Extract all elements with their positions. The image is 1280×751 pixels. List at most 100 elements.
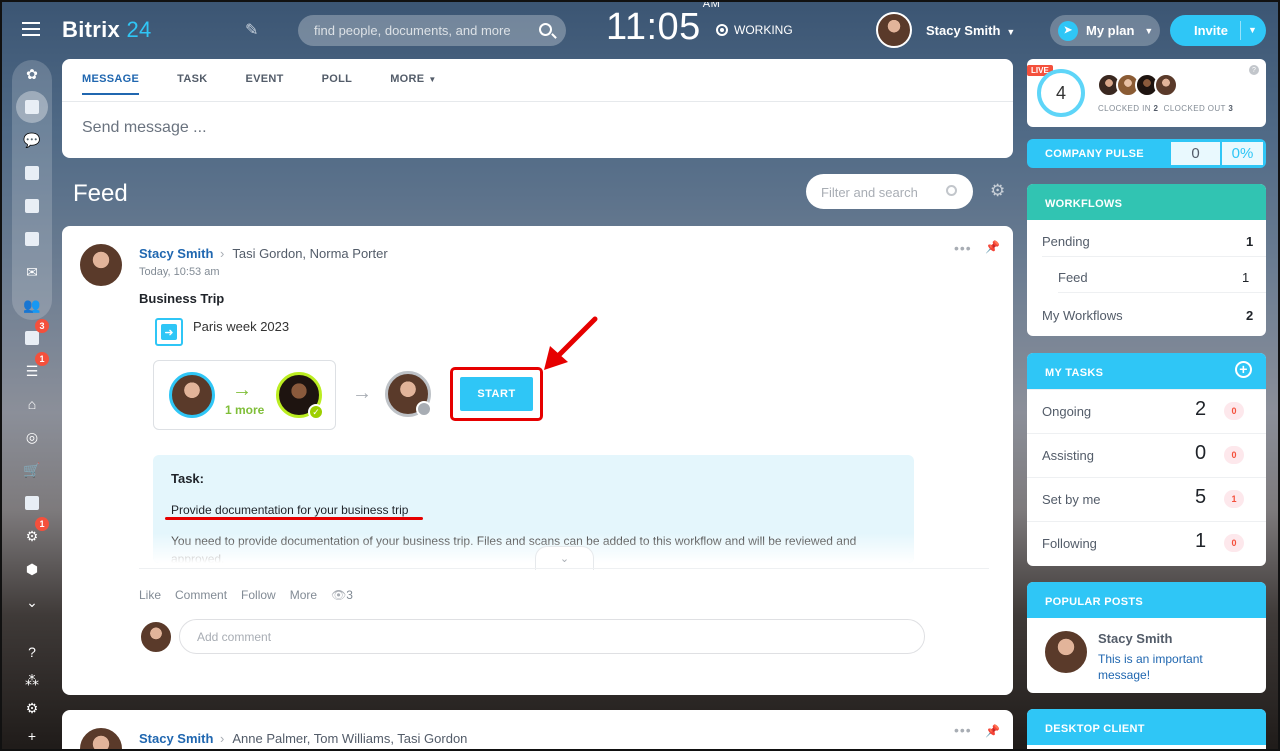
sidebar-item-inventory[interactable]: ⬢ bbox=[22, 559, 42, 579]
sidebar-item-company[interactable]: ⌂ bbox=[22, 394, 42, 414]
work-status[interactable]: WORKING bbox=[716, 23, 793, 37]
task-row-set-by-me[interactable]: Set by me 5 1 bbox=[1027, 477, 1266, 521]
workflow-row-pending[interactable]: Pending 1 bbox=[1042, 234, 1253, 249]
initiator-avatar[interactable] bbox=[169, 372, 215, 418]
menu-icon[interactable] bbox=[22, 22, 40, 36]
sidebar-item-documents[interactable] bbox=[22, 196, 42, 216]
more-participants[interactable]: 1 more bbox=[225, 403, 264, 417]
like-link[interactable]: Like bbox=[139, 588, 161, 602]
tab-message[interactable]: MESSAGE bbox=[82, 73, 140, 95]
help-icon[interactable]: ? bbox=[1249, 65, 1259, 75]
expand-chevron-icon[interactable]: ⌄ bbox=[535, 546, 594, 570]
start-button[interactable]: START bbox=[460, 377, 533, 411]
sidebar-item-groups[interactable]: 👥 bbox=[22, 295, 42, 315]
counter-badge: 0 bbox=[1224, 402, 1244, 420]
post-time[interactable]: Today, 10:53 am bbox=[139, 266, 220, 278]
sidebar-item-crm[interactable]: ☰ 1 bbox=[22, 352, 49, 381]
chevron-right-icon: › bbox=[220, 731, 225, 746]
more-dots-icon[interactable]: ••• bbox=[954, 240, 972, 256]
sidebar-item-goals[interactable]: ◎ bbox=[22, 427, 42, 447]
clock-stats: CLOCKED IN 2 CLOCKED OUT 3 bbox=[1098, 104, 1234, 113]
tab-event[interactable]: EVENT bbox=[245, 73, 283, 95]
pin-icon[interactable]: 📌 bbox=[985, 724, 1000, 738]
tab-poll[interactable]: POLL bbox=[322, 73, 353, 95]
chevron-down-icon: ▼ bbox=[1006, 27, 1016, 37]
drive-icon bbox=[25, 232, 39, 246]
sidebar-item-more[interactable]: ⌄ bbox=[22, 592, 42, 612]
sidebar-item-contacts[interactable] bbox=[22, 493, 42, 513]
clock[interactable]: 11:05AM bbox=[606, 0, 720, 49]
company-pulse[interactable]: COMPANY PULSE 0 0% bbox=[1027, 139, 1266, 168]
employee-avatars[interactable] bbox=[1097, 73, 1178, 97]
sidebar-item-mail[interactable]: ✉ bbox=[22, 262, 42, 282]
tasks-title[interactable]: MY TASKS + bbox=[1027, 353, 1266, 389]
sidebar-item-settings[interactable]: ⚙ bbox=[22, 698, 42, 718]
popular-posts-widget: POPULAR POSTS Stacy Smith This is an imp… bbox=[1027, 582, 1266, 693]
online-count[interactable]: 4 bbox=[1037, 69, 1085, 117]
sidebar-item-feed[interactable] bbox=[16, 91, 48, 123]
comment-link[interactable]: Comment bbox=[175, 588, 227, 602]
sidebar-item-chat[interactable]: 💬 bbox=[22, 130, 42, 150]
follow-link[interactable]: Follow bbox=[241, 588, 276, 602]
popular-author-avatar[interactable] bbox=[1043, 629, 1089, 675]
annotation-underline bbox=[165, 517, 423, 520]
logo[interactable]: Bitrix 24 bbox=[62, 17, 152, 43]
pulse-label: COMPANY PULSE bbox=[1045, 148, 1144, 160]
tab-task[interactable]: TASK bbox=[177, 73, 207, 95]
user-menu[interactable]: Stacy Smith ▼ bbox=[926, 23, 1015, 38]
my-plan-button[interactable]: ➤ My plan ▼ bbox=[1050, 15, 1160, 46]
sidebar-item-tasks[interactable]: 3 bbox=[22, 319, 49, 348]
sidebar-item-calendar[interactable] bbox=[22, 163, 42, 183]
sidebar-item-shop[interactable]: 🛒 bbox=[22, 460, 42, 480]
sidebar-item-help[interactable]: ? bbox=[22, 642, 42, 662]
workflow-row-feed[interactable]: Feed 1 bbox=[1058, 270, 1249, 285]
views-count[interactable]: 👁3 bbox=[331, 588, 353, 602]
feed-post: Stacy Smith › Tasi Gordon, Norma Porter T… bbox=[62, 226, 1013, 695]
invite-button[interactable]: Invite ▼ bbox=[1170, 15, 1266, 46]
sidebar-item-robots[interactable]: ⚙ 1 bbox=[22, 517, 49, 546]
task-row-assisting[interactable]: Assisting 0 0 bbox=[1027, 433, 1266, 477]
post-author[interactable]: Stacy Smith bbox=[139, 731, 213, 746]
search-icon[interactable] bbox=[539, 23, 552, 36]
feed-settings-gear-icon[interactable]: ⚙ bbox=[990, 182, 1006, 199]
more-dots-icon[interactable]: ••• bbox=[954, 722, 972, 738]
pin-icon[interactable]: 📌 bbox=[985, 240, 1000, 254]
post-author[interactable]: Stacy Smith bbox=[139, 246, 213, 261]
popular-author[interactable]: Stacy Smith bbox=[1098, 631, 1172, 646]
post-recipients[interactable]: › Anne Palmer, Tom Williams, Tasi Gordon bbox=[220, 731, 467, 746]
popular-title: POPULAR POSTS bbox=[1027, 582, 1266, 618]
edit-icon[interactable]: ✎ bbox=[245, 20, 258, 40]
check-icon: ✓ bbox=[308, 404, 324, 420]
chevron-down-icon: ▼ bbox=[428, 75, 437, 84]
user-avatar[interactable] bbox=[876, 12, 912, 48]
commenter-avatar bbox=[139, 620, 173, 654]
workflows-title[interactable]: WORKFLOWS bbox=[1027, 184, 1266, 220]
target-icon: ◎ bbox=[25, 428, 39, 445]
more-link[interactable]: More bbox=[290, 588, 317, 602]
sidebar-item-add[interactable]: + bbox=[22, 726, 42, 746]
comment-placeholder: Add comment bbox=[197, 630, 272, 644]
desktop-title[interactable]: DESKTOP CLIENT bbox=[1027, 709, 1266, 745]
search-input[interactable] bbox=[314, 15, 534, 46]
sidebar-item-collaboration[interactable]: ✿ bbox=[22, 64, 42, 84]
eye-icon: 👁 bbox=[331, 588, 347, 602]
feed-filter-search[interactable]: Filter and search bbox=[806, 174, 973, 209]
sidebar-item-drive[interactable] bbox=[22, 229, 42, 249]
author-avatar[interactable] bbox=[78, 726, 124, 751]
message-input[interactable]: Send message ... bbox=[82, 119, 207, 137]
add-task-plus-icon[interactable]: + bbox=[1235, 361, 1252, 378]
top-bar: Bitrix 24 ✎ 11:05AM WORKING Stacy Smith▼… bbox=[0, 0, 1280, 60]
task-title[interactable]: Provide documentation for your business … bbox=[171, 503, 408, 517]
popular-message-link[interactable]: This is an important message! bbox=[1098, 651, 1248, 683]
box-icon: ⬢ bbox=[25, 560, 39, 577]
global-search[interactable] bbox=[298, 15, 566, 46]
sidebar-item-sitemap[interactable]: ⁂ bbox=[22, 670, 42, 690]
avatar[interactable] bbox=[1154, 73, 1178, 97]
comment-input[interactable]: Add comment bbox=[179, 619, 925, 654]
author-avatar[interactable] bbox=[78, 242, 124, 288]
workflow-row-my[interactable]: My Workflows 2 bbox=[1042, 308, 1253, 323]
task-row-following[interactable]: Following 1 0 bbox=[1027, 521, 1266, 565]
post-recipients[interactable]: › Tasi Gordon, Norma Porter bbox=[220, 246, 388, 261]
task-row-ongoing[interactable]: Ongoing 2 0 bbox=[1027, 389, 1266, 433]
tab-more[interactable]: MORE ▼ bbox=[390, 73, 436, 95]
